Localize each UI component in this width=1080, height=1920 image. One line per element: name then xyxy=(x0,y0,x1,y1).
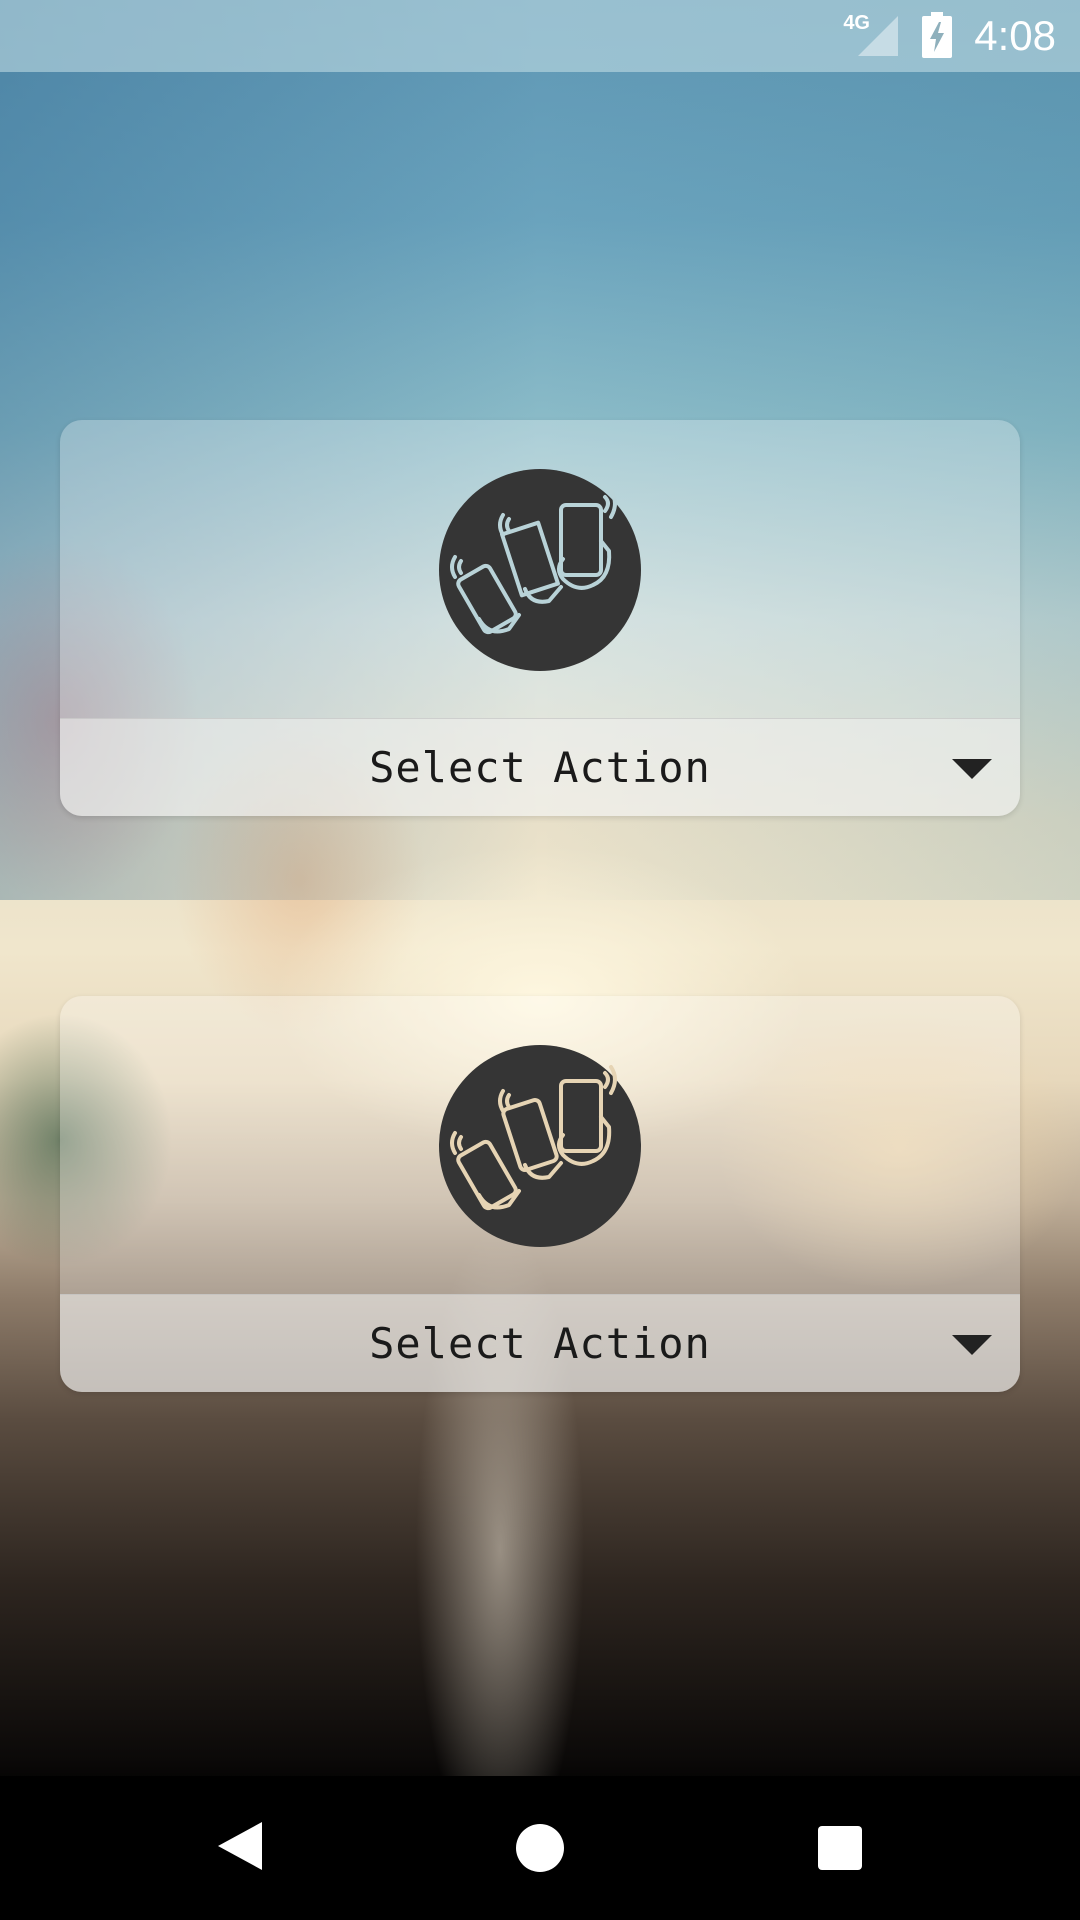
phones-shake-icon xyxy=(450,489,617,635)
gesture-badge[interactable] xyxy=(439,469,641,671)
navigation-bar xyxy=(0,1776,1080,1920)
phones-shake-icon xyxy=(450,1065,617,1211)
recents-icon[interactable] xyxy=(818,1826,862,1870)
action-card-1: Select Action xyxy=(60,420,1020,816)
action-card-header xyxy=(60,996,1020,1294)
dropdown-arrow-icon xyxy=(952,1335,992,1355)
home-icon[interactable] xyxy=(516,1824,564,1872)
action-select-dropdown[interactable]: Select Action xyxy=(60,1294,1020,1392)
back-icon[interactable] xyxy=(218,1822,262,1870)
select-action-label: Select Action xyxy=(369,1319,711,1368)
signal-icon xyxy=(858,16,898,56)
status-bar: 4G 4:08 xyxy=(0,0,1080,72)
clock: 4:08 xyxy=(974,12,1056,59)
gesture-badge[interactable] xyxy=(439,1045,641,1247)
action-select-dropdown[interactable]: Select Action xyxy=(60,718,1020,816)
action-card-2: Select Action xyxy=(60,996,1020,1392)
action-card-header xyxy=(60,420,1020,718)
dropdown-arrow-icon xyxy=(952,759,992,779)
app-screen: 4G 4:08 Select Action Select Action xyxy=(0,0,1080,1920)
select-action-label: Select Action xyxy=(369,743,711,792)
battery-charging-icon xyxy=(922,12,952,58)
